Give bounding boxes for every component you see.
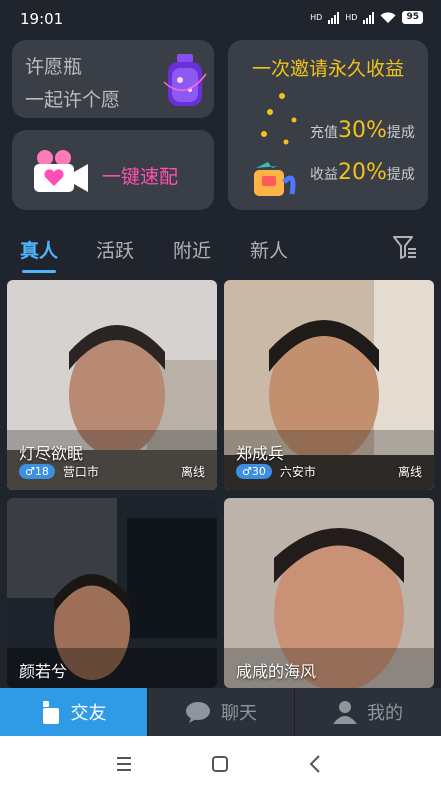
user-city: 营口市: [62, 465, 99, 479]
age-badge: ♂30: [236, 464, 272, 479]
income-percent: 20%: [338, 160, 387, 185]
network-label-2: HD: [345, 13, 358, 22]
tab-real-person[interactable]: 真人: [20, 236, 58, 263]
nav-chat-label: 聊天: [221, 703, 257, 724]
home-square-icon[interactable]: [208, 752, 232, 776]
signal-icon: [328, 11, 340, 24]
nav-chat[interactable]: 聊天: [148, 688, 294, 736]
menu-icon[interactable]: [112, 752, 136, 776]
nav-profile-label: 我的: [367, 703, 403, 724]
recharge-prefix: 充值: [310, 125, 338, 141]
age-badge: ♂18: [19, 464, 55, 479]
male-icon: ♂: [25, 465, 35, 478]
wifi-icon: [380, 11, 396, 23]
coin-bag-icon: [254, 93, 297, 196]
age-value: 30: [251, 465, 266, 478]
online-status: 离线: [180, 465, 205, 479]
category-tabs: 真人 活跃 附近 新人: [0, 228, 441, 276]
user-name: 颜若兮: [19, 662, 68, 681]
user-card[interactable]: 灯尽欲眠 ♂18 营口市 离线: [7, 280, 217, 490]
nav-profile[interactable]: 我的: [295, 688, 441, 736]
user-card[interactable]: 郑成兵 ♂30 六安市 离线: [224, 280, 434, 490]
battery-icon: 95: [402, 11, 423, 24]
wish-subtitle: 一起许个愿: [25, 89, 121, 111]
wish-title: 许愿瓶: [25, 56, 83, 78]
income-prefix: 收益: [310, 167, 338, 183]
network-label-1: HD: [310, 13, 323, 22]
filter-icon[interactable]: [392, 234, 418, 260]
user-name: 郑成兵: [236, 444, 285, 463]
active-tab-indicator: [22, 270, 56, 273]
tab-active[interactable]: 活跃: [96, 236, 134, 263]
income-suffix: 提成: [386, 167, 415, 183]
nav-dating[interactable]: 交友: [0, 688, 147, 736]
bottom-nav: 交友 聊天 我的: [0, 688, 441, 736]
status-icons: HD HD 95: [310, 11, 423, 24]
user-meta: ♂18 营口市: [19, 463, 99, 480]
invite-card[interactable]: 一次邀请永久收益 充值30%提成 收益20%提成: [228, 40, 428, 210]
user-card[interactable]: 咸咸的海风: [224, 498, 434, 688]
status-time: 19:01: [20, 10, 64, 28]
male-icon: ♂: [242, 465, 252, 478]
user-name: 咸咸的海风: [236, 662, 317, 681]
user-name: 灯尽欲眠: [19, 444, 84, 463]
online-status: 离线: [397, 465, 422, 479]
chat-bubble-icon: [186, 702, 210, 723]
user-meta: ♂30 六安市: [236, 463, 316, 480]
nav-dating-label: 交友: [70, 703, 107, 724]
wish-bottle-card[interactable]: 许愿瓶 一起许个愿: [12, 40, 214, 118]
dating-icon: [42, 701, 59, 724]
income-rate: 收益20%提成: [310, 160, 415, 185]
recharge-suffix: 提成: [386, 125, 415, 141]
tab-newcomer[interactable]: 新人: [250, 236, 288, 263]
signal-icon-2: [363, 11, 375, 24]
quick-match-label: 一键速配: [102, 166, 179, 188]
wish-bottle-icon: [163, 54, 207, 106]
system-nav-bar: [0, 736, 441, 791]
recharge-percent: 30%: [338, 118, 387, 143]
user-city: 六安市: [279, 465, 316, 479]
status-bar: 19:01 HD HD 95: [0, 0, 441, 36]
recharge-rate: 充值30%提成: [310, 118, 415, 143]
age-value: 18: [34, 465, 49, 478]
invite-title: 一次邀请永久收益: [251, 58, 404, 80]
video-camera-icon: [34, 150, 88, 192]
person-icon: [333, 701, 357, 724]
tab-nearby[interactable]: 附近: [173, 236, 211, 263]
back-icon[interactable]: [304, 752, 328, 776]
quick-match-card[interactable]: 一键速配: [12, 130, 214, 210]
user-card[interactable]: 颜若兮: [7, 498, 217, 688]
